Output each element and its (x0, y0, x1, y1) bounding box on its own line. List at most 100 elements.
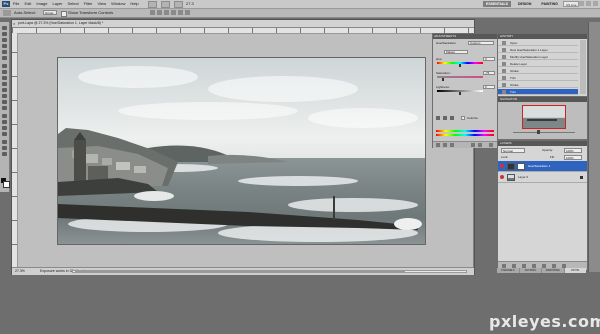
lightness-input[interactable]: 0 (483, 85, 495, 89)
blur-tool-icon[interactable] (2, 100, 7, 104)
history-item-active[interactable]: Trim (498, 89, 578, 95)
auto-select-dropdown[interactable]: Group (43, 10, 57, 15)
menu-filter[interactable]: Filter (84, 0, 93, 8)
align-bottom-icon[interactable] (164, 10, 169, 15)
history-scrollbar[interactable] (580, 40, 586, 94)
eyedropper-minus-icon[interactable] (450, 116, 454, 120)
move-tool-icon[interactable] (3, 10, 11, 16)
tab-actions[interactable]: ACTIONS (519, 268, 541, 273)
zoom-slider-handle[interactable] (537, 130, 540, 134)
history-item[interactable]: Stroke (498, 82, 578, 88)
history-item[interactable]: Open (498, 40, 578, 46)
path-select-tool-icon[interactable] (2, 126, 7, 130)
workspace-design[interactable]: DESIGN (515, 1, 534, 7)
marquee-tool-icon[interactable] (2, 32, 7, 36)
quick-select-tool-icon[interactable] (2, 44, 7, 48)
eyedropper-plus-icon[interactable] (443, 116, 447, 120)
app-zoom-level[interactable]: 27.3 (186, 0, 194, 8)
workspace-painting[interactable]: PAINTING (538, 1, 560, 7)
maximize-icon[interactable] (586, 1, 591, 6)
history-panel-header[interactable]: HISTORY (498, 34, 587, 39)
gradient-tool-icon[interactable] (2, 94, 7, 98)
view-extras-icon[interactable] (174, 1, 183, 8)
crop-tool-icon[interactable] (2, 50, 7, 54)
zoom-field[interactable]: 27.3% (15, 268, 25, 275)
clone-stamp-tool-icon[interactable] (2, 76, 7, 80)
history-item[interactable]: New Hue/Saturation 1 Layer (498, 47, 578, 53)
hand-tool-icon[interactable] (2, 146, 7, 150)
clip-layer-icon[interactable] (443, 143, 447, 147)
history-item[interactable]: Stroke (498, 68, 578, 74)
eyedropper-tool-icon[interactable] (2, 56, 7, 60)
menu-layer[interactable]: Layer (52, 0, 62, 8)
tab-history[interactable]: HISTORY (500, 34, 513, 39)
menu-file[interactable]: File (13, 0, 19, 8)
horizontal-scrollbar[interactable] (72, 270, 467, 273)
view-previous-icon[interactable] (471, 143, 475, 147)
cs-live-button[interactable]: CS Live (563, 1, 579, 7)
panel-dock-strip[interactable] (588, 22, 600, 272)
close-icon[interactable] (593, 1, 598, 6)
eraser-tool-icon[interactable] (2, 88, 7, 92)
visibility-icon[interactable] (450, 143, 454, 147)
document-tab[interactable]: × port-Lapa @ 27.3% (Hue/Saturation 1, L… (12, 20, 474, 28)
saturation-slider[interactable] (437, 76, 483, 78)
minimize-icon[interactable] (579, 1, 584, 6)
trash-icon[interactable] (489, 143, 493, 147)
menu-help[interactable]: Help (130, 0, 138, 8)
tab-swatches[interactable]: SWATCHES (542, 268, 564, 273)
canvas-image[interactable] (57, 57, 426, 245)
colorize-checkbox[interactable] (461, 116, 465, 120)
layer-row-layer-0[interactable]: Layer 0 (498, 172, 587, 183)
show-transform-checkbox[interactable] (61, 11, 67, 17)
align-center-icon[interactable] (178, 10, 183, 15)
type-tool-icon[interactable] (2, 120, 7, 124)
layer-mask-thumbnail[interactable] (517, 163, 525, 170)
navigator-panel-header[interactable]: NAVIGATOR (498, 97, 587, 102)
saturation-slider-handle[interactable] (441, 78, 444, 81)
lasso-tool-icon[interactable] (2, 38, 7, 42)
opacity-input[interactable]: 100% (564, 148, 582, 153)
layers-panel-header[interactable]: LAYERS (498, 141, 587, 146)
healing-brush-tool-icon[interactable] (2, 64, 7, 68)
visibility-eye-icon[interactable] (500, 164, 504, 168)
adjustments-panel-header[interactable]: ADJUSTMENTS (433, 34, 498, 39)
navigator-zoom-slider[interactable] (501, 130, 584, 135)
menu-image[interactable]: Image (36, 0, 47, 8)
shape-tool-icon[interactable] (2, 132, 7, 136)
eyedropper-icon[interactable] (436, 116, 440, 120)
channel-dropdown[interactable]: Master (444, 50, 468, 54)
zoom-tool-icon[interactable] (2, 152, 7, 156)
history-item[interactable]: Trim (498, 75, 578, 81)
brush-tool-icon[interactable] (2, 70, 7, 74)
dodge-tool-icon[interactable] (2, 106, 7, 110)
preset-dropdown[interactable]: Custom (468, 41, 494, 45)
bridge-icon[interactable] (148, 1, 157, 8)
tab-navigator[interactable]: NAVIGATOR (500, 97, 517, 102)
hue-slider-handle[interactable] (459, 64, 461, 67)
tab-layers[interactable]: LAYERS (500, 141, 512, 146)
layer-name[interactable]: Hue/Saturation 1 (528, 161, 551, 172)
return-icon[interactable] (436, 143, 440, 147)
pen-tool-icon[interactable] (2, 114, 7, 118)
visibility-eye-icon[interactable] (500, 175, 504, 179)
layer-name[interactable]: Layer 0 (518, 172, 528, 183)
3d-rotate-tool-icon[interactable] (2, 140, 7, 144)
align-left-icon[interactable] (171, 10, 176, 15)
layer-row-hue-saturation[interactable]: Hue/Saturation 1 (498, 161, 587, 172)
tab-paths[interactable]: PATHS (564, 268, 586, 273)
align-middle-icon[interactable] (157, 10, 162, 15)
move-tool-icon[interactable] (2, 26, 7, 30)
history-item[interactable]: Delete Layer (498, 61, 578, 67)
navigator-thumbnail[interactable] (522, 105, 566, 129)
reset-icon[interactable] (478, 143, 482, 147)
history-item[interactable]: Modify Hue/Saturation Layer (498, 54, 578, 60)
tab-channels[interactable]: CHANNELS (497, 268, 519, 273)
menu-edit[interactable]: Edit (24, 0, 31, 8)
menu-select[interactable]: Select (68, 0, 79, 8)
fill-input[interactable]: 100% (564, 155, 582, 160)
align-top-icon[interactable] (150, 10, 155, 15)
tab-adjustments[interactable]: ADJUSTMENTS (434, 34, 456, 39)
workspace-essentials[interactable]: ESSENTIALS (483, 1, 511, 7)
hue-input[interactable]: 0 (483, 57, 495, 61)
